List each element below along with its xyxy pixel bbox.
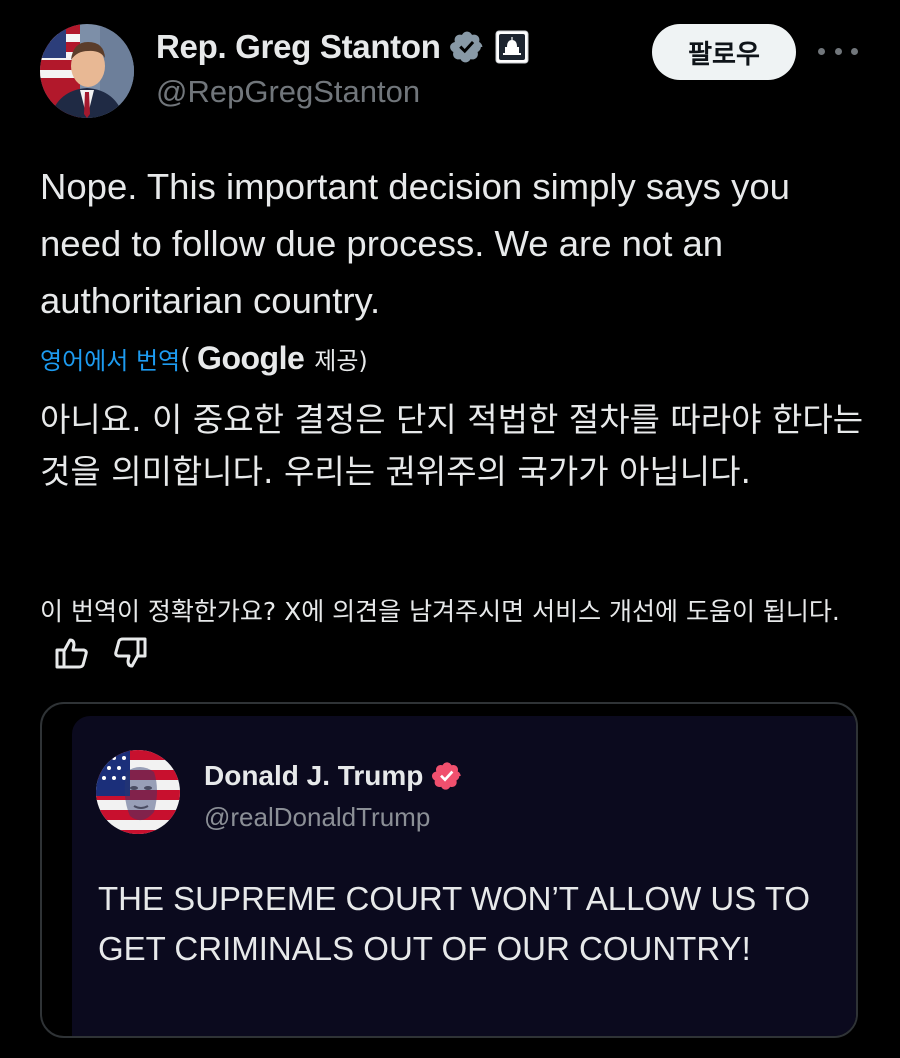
google-logo: Google (197, 339, 305, 376)
author-display-name[interactable]: Rep. Greg Stanton (156, 28, 441, 66)
quoted-author-avatar[interactable] (96, 750, 180, 834)
paren-open: ( (180, 341, 192, 375)
thumbs-down-icon[interactable] (112, 636, 148, 670)
translation-attribution: 영어에서 번역 ( Google 제공) (40, 336, 368, 380)
quoted-post-text: THE SUPREME COURT WON’T ALLOW US TO GET … (98, 880, 811, 967)
provided-by-label: 제공) (314, 346, 368, 375)
more-options-icon[interactable] (818, 38, 858, 64)
translation-feedback: 이 번역이 정확한가요? X에 의견을 남겨주시면 서비스 개선에 도움이 됩니… (40, 590, 860, 678)
feedback-prompt: 이 번역이 정확한가요? X에 의견을 남겨주시면 서비스 개선에 도움이 됩니… (40, 597, 840, 626)
verified-check-icon[interactable] (449, 29, 485, 65)
translated-text: 아니요. 이 중요한 결정은 단지 적법한 절차를 따라야 한다는 것을 의미합… (40, 400, 864, 491)
thumbs-up-icon[interactable] (54, 636, 90, 670)
tweet-text: Nope. This important decision simply say… (40, 166, 790, 321)
translated-from-link[interactable]: 영어에서 번역 (40, 341, 180, 376)
quoted-author-handle[interactable]: @realDonaldTrump (204, 802, 430, 833)
verified-check-icon[interactable] (431, 760, 463, 792)
follow-button[interactable]: 팔로우 (652, 24, 796, 80)
quoted-post[interactable]: Donald J. Trump @realDonaldTrump THE SUP… (40, 702, 858, 1038)
quoted-author-display-name[interactable]: Donald J. Trump (204, 760, 423, 792)
author-handle[interactable]: @RepGregStanton (156, 74, 420, 110)
capitol-building-icon[interactable] (495, 30, 529, 64)
author-avatar[interactable] (40, 24, 134, 118)
quoted-post-card[interactable]: Donald J. Trump @realDonaldTrump THE SUP… (72, 716, 856, 1036)
